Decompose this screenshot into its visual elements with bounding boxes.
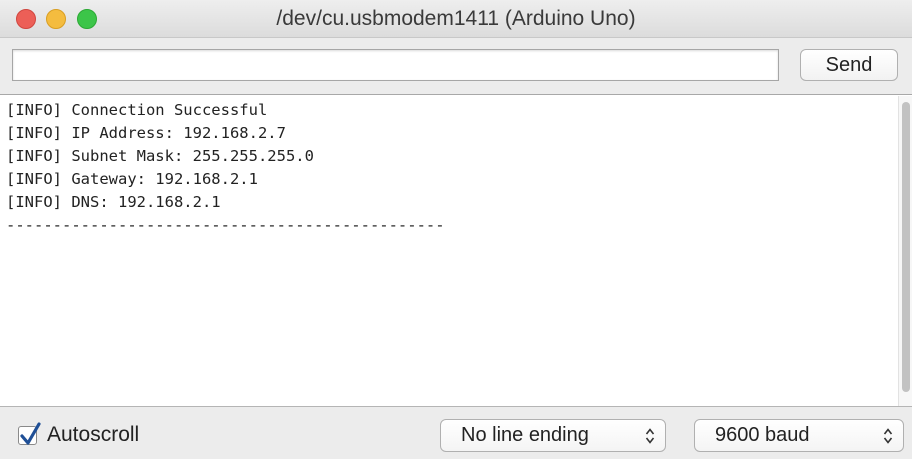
vertical-scrollbar[interactable]	[898, 96, 912, 406]
autoscroll-checkbox[interactable]	[18, 421, 41, 445]
serial-output: [INFO] Connection Successful [INFO] IP A…	[0, 96, 898, 406]
autoscroll-label: Autoscroll	[47, 423, 140, 446]
checkmark-icon	[20, 421, 41, 445]
footer-bar: Autoscroll No line ending 9600 baud	[0, 406, 912, 459]
console-line: [INFO] Gateway: 192.168.2.1	[6, 170, 258, 188]
scrollbar-thumb[interactable]	[902, 102, 910, 392]
console-line: [INFO] Subnet Mask: 255.255.255.0	[6, 147, 314, 165]
up-down-arrows-icon	[645, 428, 655, 444]
console-line: [INFO] Connection Successful	[6, 101, 268, 119]
baud-rate-select[interactable]: 9600 baud	[694, 419, 904, 452]
line-ending-value: No line ending	[461, 424, 589, 446]
title-bar: /dev/cu.usbmodem1411 (Arduino Uno)	[0, 0, 912, 38]
window-title: /dev/cu.usbmodem1411 (Arduino Uno)	[276, 7, 636, 30]
serial-send-input[interactable]	[12, 49, 779, 81]
send-toolbar: Send	[0, 38, 912, 95]
baud-rate-value: 9600 baud	[715, 424, 810, 446]
console-line: [INFO] IP Address: 192.168.2.7	[6, 124, 286, 142]
autoscroll-toggle[interactable]: Autoscroll	[18, 421, 140, 447]
up-down-arrows-icon	[883, 428, 893, 444]
send-button[interactable]: Send	[800, 49, 898, 81]
console-line: [INFO] DNS: 192.168.2.1	[6, 193, 221, 211]
console-separator: ----------------------------------------…	[6, 216, 445, 234]
line-ending-select[interactable]: No line ending	[440, 419, 666, 452]
